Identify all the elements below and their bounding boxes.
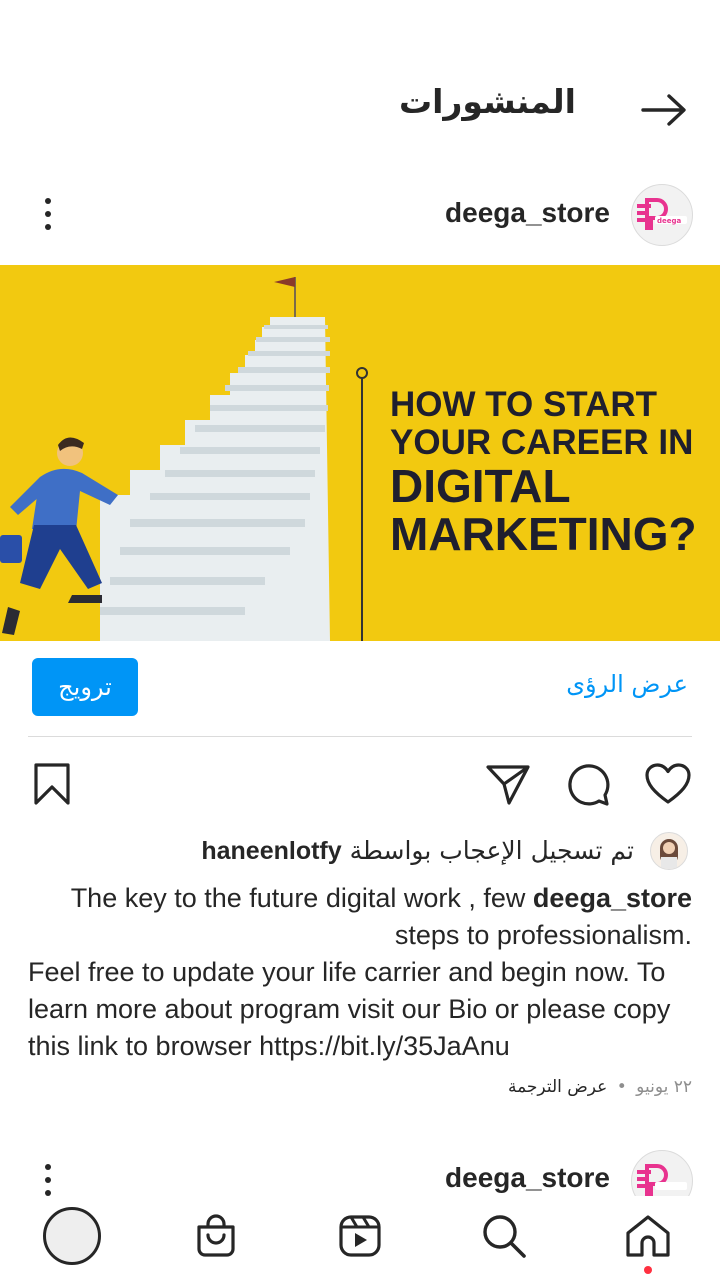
post-username[interactable]: deega_store xyxy=(445,197,610,229)
next-post-header: deega_store xyxy=(0,1146,720,1196)
profile-avatar xyxy=(43,1207,101,1265)
nav-home[interactable] xyxy=(616,1204,680,1268)
page-title: المنشورات xyxy=(398,82,576,121)
arrow-right-icon xyxy=(641,94,686,126)
home-icon xyxy=(626,1215,670,1257)
post-username[interactable]: deega_store xyxy=(445,1162,610,1194)
image-headline-line: HOW TO START xyxy=(390,385,658,424)
notification-dot xyxy=(644,1266,652,1274)
svg-text:deega: deega xyxy=(657,217,682,225)
see-translation-link[interactable]: عرض الترجمة xyxy=(508,1077,607,1097)
reels-icon xyxy=(339,1215,381,1257)
share-button[interactable] xyxy=(482,756,534,812)
image-headline-line: MARKETING? xyxy=(390,508,697,560)
likes-row: تم تسجيل الإعجاب بواسطة haneenlotfy xyxy=(0,830,720,874)
post-image[interactable]: HOW TO START YOUR CAREER IN DIGITAL MARK… xyxy=(0,265,720,641)
more-vertical-icon xyxy=(45,1164,51,1170)
liked-by-prefix: تم تسجيل الإعجاب بواسطة xyxy=(349,836,634,865)
more-dot xyxy=(45,211,51,217)
image-headline-line: YOUR CAREER IN xyxy=(390,423,694,462)
caption-text: steps to professionalism. xyxy=(394,920,692,950)
promote-button[interactable]: ترويج xyxy=(32,658,138,716)
liked-by-text[interactable]: تم تسجيل الإعجاب بواسطة haneenlotfy xyxy=(201,836,634,866)
search-icon xyxy=(483,1215,526,1258)
comment-button[interactable] xyxy=(562,756,614,812)
shop-icon xyxy=(197,1214,235,1257)
post-meta: ٢٢ يونيو • عرض الترجمة xyxy=(508,1077,692,1097)
post-header: deega deega_store xyxy=(0,180,720,250)
avatar[interactable] xyxy=(631,1150,693,1196)
more-dot xyxy=(45,224,51,230)
store-logo-icon: deega xyxy=(637,198,687,230)
view-insights-link[interactable]: عرض الرؤى xyxy=(566,670,688,698)
nav-shop[interactable] xyxy=(184,1204,248,1268)
caption-first-line: The key to the future digital work , few… xyxy=(28,880,692,917)
more-dot xyxy=(45,1177,51,1183)
like-button[interactable] xyxy=(642,756,694,812)
nav-search[interactable] xyxy=(472,1204,536,1268)
liked-by-user[interactable]: haneenlotfy xyxy=(201,837,341,865)
comment-icon xyxy=(568,764,610,806)
bottom-nav xyxy=(0,1196,720,1280)
heart-icon xyxy=(645,763,691,804)
promo-row: ترويج عرض الرؤى xyxy=(0,656,720,718)
top-bar: المنشورات xyxy=(0,0,720,170)
divider xyxy=(28,736,692,737)
store-logo-icon xyxy=(637,1164,687,1196)
caption-username[interactable]: deega_store xyxy=(533,883,692,913)
post-date: ٢٢ يونيو xyxy=(636,1077,692,1097)
nav-reels[interactable] xyxy=(328,1204,392,1268)
nav-profile[interactable] xyxy=(40,1204,104,1268)
liker-avatar[interactable] xyxy=(650,832,688,870)
post-caption: The key to the future digital work , few… xyxy=(28,880,692,1065)
more-vertical-icon xyxy=(45,198,51,204)
avatar[interactable]: deega xyxy=(631,184,693,246)
user-avatar-icon xyxy=(660,839,678,869)
send-icon xyxy=(486,765,530,805)
more-options-button[interactable] xyxy=(30,194,66,234)
save-button[interactable] xyxy=(26,756,78,812)
post-actions xyxy=(0,756,720,812)
meta-separator: • xyxy=(616,1077,627,1097)
back-button[interactable] xyxy=(636,86,692,134)
bookmark-icon xyxy=(34,763,70,805)
more-options-button[interactable] xyxy=(30,1160,66,1196)
caption-text: The key to the future digital work , few xyxy=(70,883,526,913)
caption-body: Feel free to update your life carrier an… xyxy=(28,957,671,1061)
image-headline-line: DIGITAL xyxy=(390,460,571,512)
